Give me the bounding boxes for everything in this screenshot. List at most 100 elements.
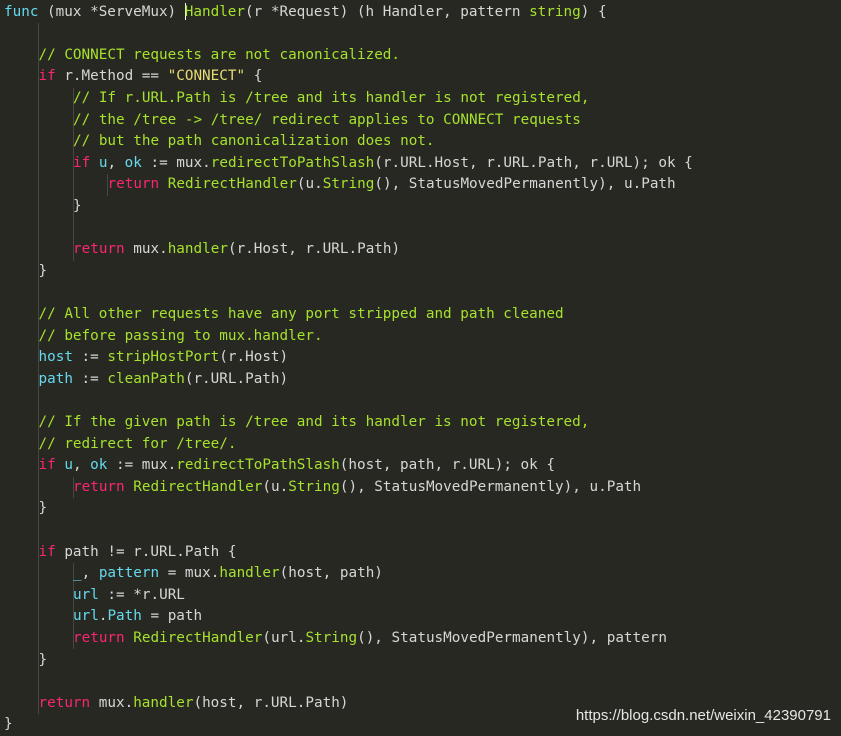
code-token: if bbox=[38, 543, 56, 560]
code-token: return bbox=[107, 176, 160, 193]
code-token: (), StatusMovedPermanently), pattern bbox=[357, 629, 667, 646]
code-token: RedirectHandler bbox=[167, 176, 297, 193]
code-token: (host, path, r.URL); ok { bbox=[339, 457, 555, 474]
code-token: handler bbox=[133, 694, 194, 711]
code-token: cleanPath bbox=[107, 370, 185, 387]
code-line[interactable]: return RedirectHandler(u.String(), Statu… bbox=[108, 174, 676, 196]
code-line[interactable]: // CONNECT requests are not canonicalize… bbox=[39, 45, 401, 67]
code-token: } bbox=[4, 716, 13, 733]
code-line[interactable]: } bbox=[4, 714, 13, 736]
code-token: redirectToPathSlash bbox=[210, 154, 375, 171]
code-token: := *r.URL bbox=[98, 586, 185, 603]
code-token: handler bbox=[219, 565, 280, 582]
code-token: host bbox=[38, 349, 73, 366]
code-token: } bbox=[38, 651, 48, 668]
code-token: , bbox=[107, 154, 125, 171]
code-line[interactable]: // before passing to mux.handler. bbox=[39, 326, 323, 348]
code-line[interactable]: url.Path = path bbox=[73, 606, 202, 628]
code-token: // the /tree -> /tree/ redirect applies … bbox=[73, 111, 581, 128]
code-token: // redirect for /tree/. bbox=[38, 435, 237, 452]
code-token: := mux. bbox=[107, 457, 177, 474]
code-line[interactable]: } bbox=[39, 498, 48, 520]
code-token: mux. bbox=[90, 694, 134, 711]
code-token: path != r.URL.Path { bbox=[55, 543, 237, 560]
code-line[interactable]: url := *r.URL bbox=[73, 585, 185, 607]
code-token: , bbox=[81, 565, 99, 582]
code-token: Handler bbox=[184, 3, 246, 20]
code-token: (), StatusMovedPermanently), u.Path bbox=[339, 478, 642, 495]
code-token: Path bbox=[107, 608, 142, 625]
code-line[interactable]: return mux.handler(host, r.URL.Path) bbox=[39, 693, 349, 715]
code-token: // before passing to mux.handler. bbox=[38, 327, 323, 344]
code-token: url bbox=[73, 608, 99, 625]
code-line[interactable]: return mux.handler(r.Host, r.URL.Path) bbox=[73, 239, 400, 261]
code-token: func bbox=[4, 3, 39, 20]
code-token: if bbox=[38, 68, 56, 85]
code-token: RedirectHandler bbox=[133, 478, 263, 495]
code-token: ok bbox=[124, 154, 142, 171]
code-token: string bbox=[529, 3, 581, 20]
code-token: (url. bbox=[262, 629, 306, 646]
code-token: if bbox=[73, 154, 91, 171]
code-token: // If the given path is /tree and its ha… bbox=[38, 413, 590, 430]
code-token: if bbox=[38, 457, 56, 474]
code-token: (mux *ServeMux) bbox=[38, 3, 185, 20]
code-token: , bbox=[72, 457, 91, 474]
code-token: // but the path canonicalization does no… bbox=[73, 133, 435, 150]
code-token: RedirectHandler bbox=[133, 629, 263, 646]
code-editor[interactable]: func (mux *ServeMux) Handler(r *Request)… bbox=[0, 0, 841, 734]
code-token: ) { bbox=[580, 3, 607, 20]
code-token: (), StatusMovedPermanently), u.Path bbox=[374, 176, 676, 193]
code-token: (u. bbox=[262, 478, 289, 495]
code-line[interactable]: // redirect for /tree/. bbox=[39, 434, 237, 456]
watermark-text: https://blog.csdn.net/weixin_42390791 bbox=[575, 707, 831, 724]
code-line[interactable]: // All other requests have any port stri… bbox=[39, 304, 564, 326]
code-line[interactable]: } bbox=[39, 261, 48, 283]
code-line[interactable]: } bbox=[39, 650, 48, 672]
code-line[interactable]: if path != r.URL.Path { bbox=[39, 542, 237, 564]
code-line[interactable]: _, pattern = mux.handler(host, path) bbox=[73, 563, 383, 585]
code-line[interactable]: return RedirectHandler(url.String(), Sta… bbox=[73, 628, 667, 650]
code-token: url bbox=[73, 586, 99, 603]
code-token: String bbox=[322, 176, 375, 193]
code-token: "CONNECT" bbox=[167, 68, 246, 85]
code-line[interactable]: if r.Method == "CONNECT" { bbox=[39, 66, 263, 88]
code-token: u bbox=[64, 457, 73, 474]
code-line[interactable]: // If the given path is /tree and its ha… bbox=[39, 412, 590, 434]
code-token: redirectToPathSlash bbox=[176, 457, 340, 474]
code-line[interactable]: return RedirectHandler(u.String(), Statu… bbox=[73, 477, 641, 499]
code-token: handler bbox=[167, 241, 228, 258]
code-token: := bbox=[72, 370, 108, 387]
code-token: return bbox=[73, 629, 125, 646]
code-token: stripHostPort bbox=[107, 349, 220, 366]
code-token: (r.Host, r.URL.Path) bbox=[227, 241, 401, 258]
code-token: // All other requests have any port stri… bbox=[38, 305, 564, 322]
code-token: return bbox=[38, 694, 91, 711]
code-token: (r.URL.Path) bbox=[184, 370, 289, 387]
code-token: } bbox=[38, 262, 48, 279]
code-token: := bbox=[72, 349, 108, 366]
code-token: = mux. bbox=[159, 565, 220, 582]
code-line[interactable]: // If r.URL.Path is /tree and its handle… bbox=[73, 88, 589, 110]
code-line[interactable]: if u, ok := mux.redirectToPathSlash(host… bbox=[39, 455, 555, 477]
code-line[interactable]: } bbox=[73, 196, 82, 218]
code-line[interactable]: // the /tree -> /tree/ redirect applies … bbox=[73, 110, 581, 132]
code-token: (r.Host) bbox=[219, 349, 289, 366]
code-token: String bbox=[288, 478, 340, 495]
code-line[interactable]: if u, ok := mux.redirectToPathSlash(r.UR… bbox=[73, 153, 693, 175]
code-token: (u. bbox=[296, 176, 323, 193]
code-line[interactable]: func (mux *ServeMux) Handler(r *Request)… bbox=[4, 2, 607, 24]
code-token: ok bbox=[90, 457, 108, 474]
code-line[interactable]: host := stripHostPort(r.Host) bbox=[39, 347, 289, 369]
code-token: { bbox=[245, 68, 263, 85]
code-token: _ bbox=[73, 565, 82, 582]
code-token: (host, path) bbox=[279, 565, 383, 582]
code-token: // If r.URL.Path is /tree and its handle… bbox=[73, 89, 590, 106]
code-token: (host, r.URL.Path) bbox=[193, 694, 349, 711]
code-token: String bbox=[305, 629, 358, 646]
code-line[interactable]: path := cleanPath(r.URL.Path) bbox=[39, 369, 289, 391]
code-line[interactable]: // but the path canonicalization does no… bbox=[73, 131, 435, 153]
